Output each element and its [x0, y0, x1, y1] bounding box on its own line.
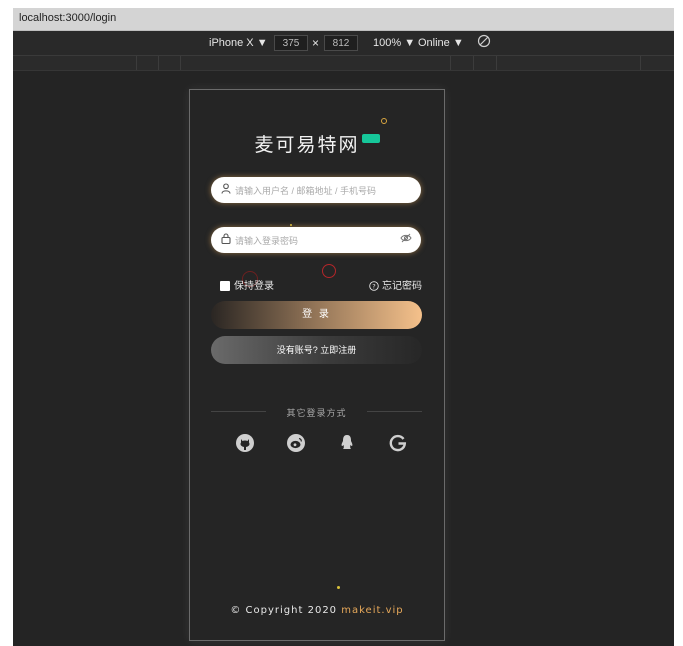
register-button[interactable]: 没有账号? 立即注册 [211, 336, 422, 364]
qq-icon[interactable] [337, 433, 357, 453]
brand-badge [361, 134, 380, 143]
decor-ring [322, 264, 336, 278]
devtools-device-emulator: iPhone X ▼ 375 × 812 100% ▼ Online ▼ 麦可易… [13, 31, 674, 646]
google-icon[interactable] [388, 433, 408, 453]
media-query-ruler [13, 56, 674, 71]
copyright-text: © Copyright 2020 [230, 605, 342, 616]
lock-icon [220, 233, 232, 245]
height-input[interactable]: 812 [324, 35, 358, 51]
url-text: localhost:3000/login [19, 12, 117, 24]
copyright-footer: © Copyright 2020 makeit.vip [190, 605, 444, 616]
other-login-divider: 其它登录方式 [211, 405, 422, 418]
device-select[interactable]: iPhone X ▼ [209, 37, 268, 49]
login-button[interactable]: 登 录 [211, 301, 422, 329]
username-placeholder: 请输入用户名 / 邮箱地址 / 手机号码 [235, 186, 377, 196]
svg-text:?: ? [372, 283, 375, 291]
zoom-select[interactable]: 100% ▼ [373, 37, 415, 49]
decor-dot [337, 586, 340, 589]
keep-logged-in-checkbox[interactable]: 保持登录 [220, 277, 274, 292]
eye-hidden-icon[interactable] [400, 233, 412, 245]
forgot-label: 忘记密码 [382, 281, 422, 292]
remember-label: 保持登录 [234, 281, 274, 292]
weibo-icon[interactable] [286, 433, 306, 453]
password-input[interactable]: 请输入登录密码 [211, 227, 421, 253]
password-placeholder: 请输入登录密码 [235, 236, 299, 246]
question-icon: ? [369, 281, 379, 292]
other-login-label: 其它登录方式 [286, 408, 347, 418]
username-input[interactable]: 请输入用户名 / 邮箱地址 / 手机号码 [211, 177, 421, 203]
login-page-viewport: 麦可易特网 请输入用户名 / 邮箱地址 / 手机号码 请输入登录密码 保持登录 … [189, 89, 445, 641]
brand-name: 麦可易特网 [254, 134, 360, 156]
device-toolbar: iPhone X ▼ 375 × 812 100% ▼ Online ▼ [13, 31, 674, 56]
decor-dot [290, 224, 292, 226]
decor-dot [381, 118, 387, 124]
checkbox-box[interactable] [220, 281, 230, 292]
dimension-separator: × [312, 36, 320, 50]
width-input[interactable]: 375 [274, 35, 308, 51]
footer-site-link[interactable]: makeit.vip [341, 605, 403, 616]
network-throttle-select[interactable]: Online ▼ [418, 37, 464, 49]
rotate-icon[interactable] [477, 34, 491, 48]
github-icon[interactable] [235, 433, 255, 453]
browser-address-bar[interactable]: localhost:3000/login [13, 8, 674, 31]
user-icon [220, 183, 232, 195]
brand-title: 麦可易特网 [190, 130, 444, 157]
forgot-password-link[interactable]: ? 忘记密码 [369, 277, 422, 292]
